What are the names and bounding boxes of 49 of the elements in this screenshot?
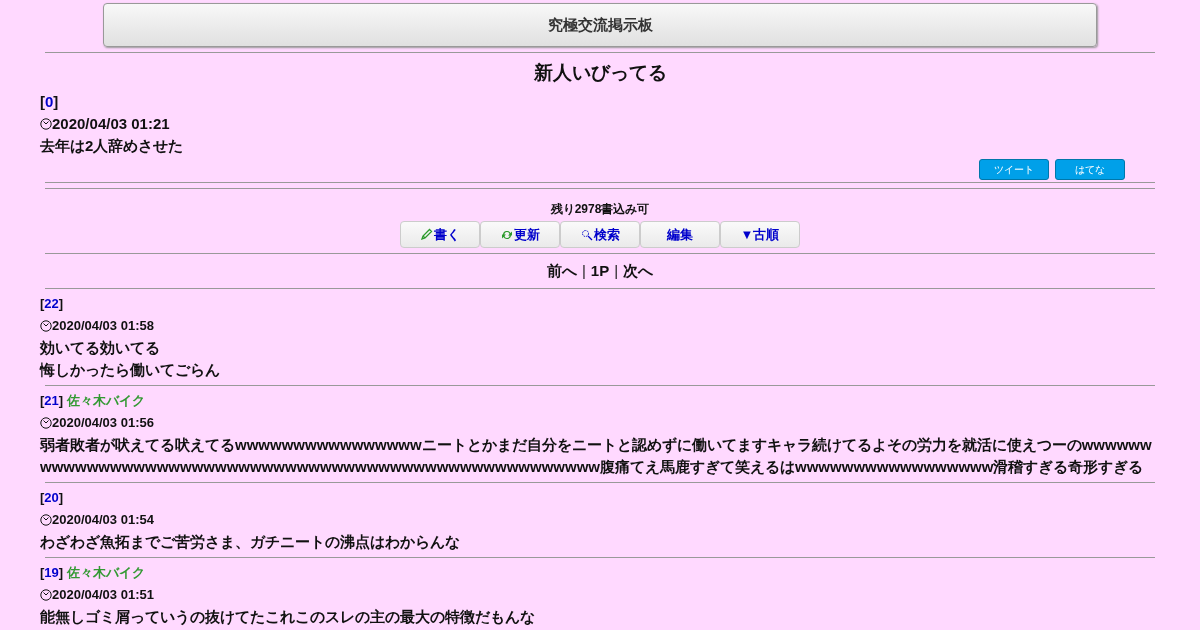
post-text: 能無しゴミ屑っていうの抜けてたこれこのスレの主の最大の特徴だもんな — [40, 607, 536, 627]
post-text: 弱者敗者が吠えてる吠えてるwwwwwwwwwwwwwwwwニートとかまだ自分をニートと認めずに働いてますキャラ続けてるよその労力を就活に使えつーのwwwwwwwwwwwwwwwwwwwwwwwwwwwwwwwwwwwwwwwwwwwwwwwwwwwwww腹痛てえ馬鹿すぎて笑えるはwwwwwwwwwwwwwwwww滑稽すぎる奇形すぎる — [40, 435, 1153, 477]
post-number-link[interactable]: 20 — [44, 490, 59, 505]
bracket: [ — [40, 93, 45, 110]
action-button[interactable]: 書く — [400, 221, 480, 248]
bracket: ] — [58, 565, 64, 580]
page-link[interactable]: 次へ — [623, 262, 654, 281]
refresh-icon — [500, 228, 513, 241]
post-date: 2020/04/03 01:58 — [52, 317, 154, 335]
post-number-link[interactable]: 19 — [44, 565, 59, 580]
clock-icon — [40, 514, 52, 526]
separator: | — [614, 262, 619, 281]
action-button[interactable]: 更新 — [480, 221, 560, 248]
post-text: 効いてる効いてる — [40, 338, 161, 358]
bracket: ] — [58, 490, 64, 505]
bracket: [ — [40, 393, 45, 408]
clock-icon — [40, 118, 52, 130]
bracket: ] — [58, 393, 64, 408]
post-date: 2020/04/03 01:21 — [52, 114, 170, 134]
post-date: 2020/04/03 01:51 — [52, 586, 154, 604]
board-title[interactable]: 究極交流掲示板 — [103, 3, 1097, 47]
bracket: ] — [53, 93, 59, 110]
author-name: 佐々木バイク — [67, 393, 146, 408]
bracket: [ — [40, 296, 45, 311]
remaining-count: 残り2978書込み可 — [549, 201, 651, 218]
page-link[interactable]: 前へ — [546, 262, 577, 281]
search-icon — [580, 228, 593, 241]
clock-icon — [40, 417, 52, 429]
bracket: ] — [58, 296, 64, 311]
bracket: [ — [40, 565, 45, 580]
thread-title: 新人いびってる — [532, 61, 668, 85]
post-date: 2020/04/03 01:56 — [52, 414, 154, 432]
action-button[interactable]: 検索 — [560, 221, 640, 248]
action-button[interactable]: 編集 — [640, 221, 720, 248]
post-number-link[interactable]: 21 — [44, 393, 59, 408]
page-link[interactable]: 1P — [590, 262, 610, 281]
post-text: 去年は2人辞めさせた — [40, 136, 185, 156]
post-date: 2020/04/03 01:54 — [52, 511, 154, 529]
bracket: [ — [40, 490, 45, 505]
author-name: 佐々木バイク — [67, 565, 146, 580]
clock-icon — [40, 589, 52, 601]
action-button[interactable]: ▼古順 — [720, 221, 800, 248]
pencil-icon — [420, 228, 433, 241]
post-number-link[interactable]: 22 — [44, 296, 59, 311]
post-number-link[interactable]: 0 — [45, 93, 54, 110]
post-text: 悔しかったら働いてごらん — [40, 360, 221, 380]
clock-icon — [40, 320, 52, 332]
separator: | — [581, 262, 586, 281]
post-text: わざわざ魚拓までご苦労さま、ガチニートの沸点はわからんな — [40, 532, 461, 552]
